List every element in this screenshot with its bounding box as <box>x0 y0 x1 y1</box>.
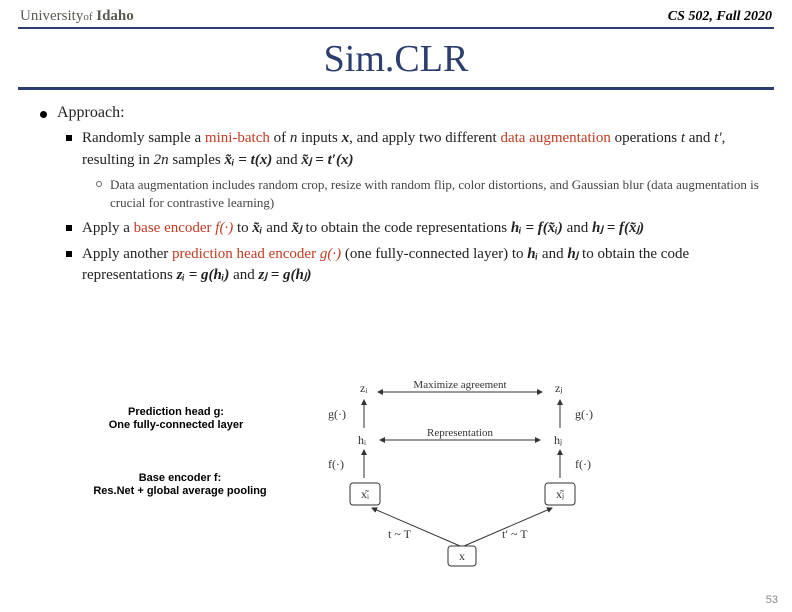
bullet-prediction-head: Apply another prediction head encoder g(… <box>66 244 764 288</box>
bullet-square-icon <box>66 251 72 257</box>
bullet-square-icon <box>66 135 72 141</box>
content-area: Approach: Randomly sample a mini-batch o… <box>0 104 792 287</box>
label-x: x <box>459 549 465 563</box>
simclr-diagram: zᵢ zⱼ Maximize agreement g(·) g(·) hᵢ hⱼ… <box>300 378 630 574</box>
annotation-prediction-head: Prediction head g: One fully-connected l… <box>96 406 256 432</box>
label-hi: hᵢ <box>358 433 366 447</box>
label-xj: x͂ⱼ <box>556 487 564 501</box>
slide-header: Universityof Idaho CS 502, Fall 2020 <box>0 0 792 27</box>
bullet-dot-icon <box>40 111 47 118</box>
bullet-approach: Approach: <box>40 104 764 122</box>
sub-bullet-text: Data augmentation includes random crop, … <box>110 176 764 212</box>
approach-label: Approach: <box>57 104 125 122</box>
label-hj: hⱼ <box>554 433 562 447</box>
slide-title: Sim.CLR <box>0 37 792 81</box>
label-tp: t′ ~ T <box>502 527 528 541</box>
divider-title <box>18 87 774 90</box>
univ-of: of <box>83 11 92 23</box>
bullet-minibatch: Randomly sample a mini-batch of n inputs… <box>66 128 764 172</box>
label-zi: zᵢ <box>360 381 367 395</box>
sub-bullet-augmentation: Data augmentation includes random crop, … <box>96 176 764 212</box>
bullet-text: Randomly sample a mini-batch of n inputs… <box>82 128 764 172</box>
univ-name: Idaho <box>96 8 134 24</box>
label-representation: Representation <box>427 427 493 439</box>
bullet-square-icon <box>66 225 72 231</box>
label-xi: x͂ᵢ <box>361 487 369 501</box>
page-number: 53 <box>766 594 778 606</box>
bullet-text: Apply a base encoder f(·) to x͂ᵢ and x͂ⱼ… <box>82 218 644 240</box>
label-f-left: f(·) <box>328 457 344 471</box>
diagram-area: Prediction head g: One fully-connected l… <box>0 386 792 576</box>
bullet-text: Apply another prediction head encoder g(… <box>82 244 764 288</box>
label-zj: zⱼ <box>555 381 562 395</box>
course-label: CS 502, Fall 2020 <box>668 9 772 25</box>
label-maximize: Maximize agreement <box>413 379 506 391</box>
annotation-base-encoder: Base encoder f: Res.Net + global average… <box>70 472 290 498</box>
label-g-left: g(·) <box>328 407 346 421</box>
university-logo-text: Universityof Idaho <box>20 8 134 25</box>
label-g-right: g(·) <box>575 407 593 421</box>
bullet-base-encoder: Apply a base encoder f(·) to x͂ᵢ and x͂ⱼ… <box>66 218 764 240</box>
univ-prefix: University <box>20 8 83 24</box>
label-t: t ~ T <box>388 527 412 541</box>
divider-top <box>18 27 774 29</box>
label-f-right: f(·) <box>575 457 591 471</box>
bullet-circle-icon <box>96 181 102 187</box>
